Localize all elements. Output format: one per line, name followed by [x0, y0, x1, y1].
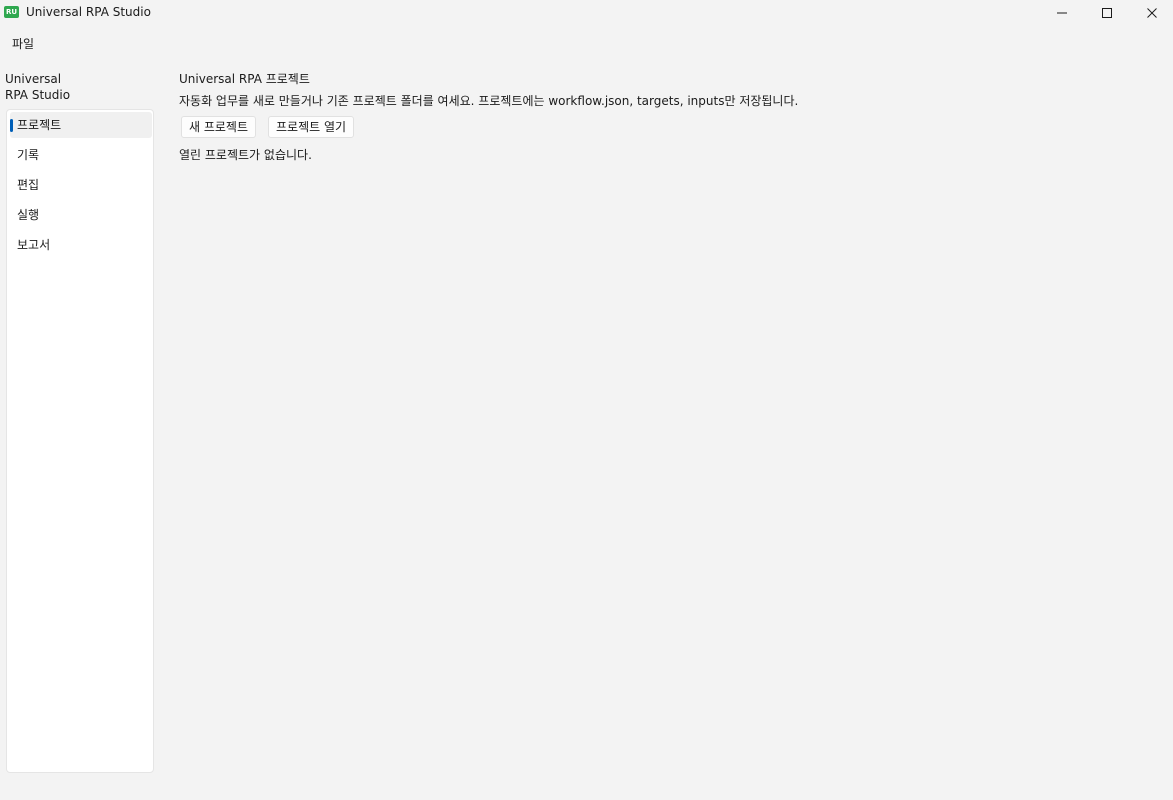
- sidebar-item-record[interactable]: 기록: [10, 142, 152, 168]
- sidebar-nav: 프로젝트 기록 편집 실행 보고서: [6, 109, 154, 773]
- brand-line-2: RPA Studio: [5, 88, 71, 102]
- menu-bar: 파일: [0, 31, 1173, 55]
- sidebar-item-label: 프로젝트: [17, 118, 62, 132]
- title-bar: RU Universal RPA Studio: [0, 0, 1173, 26]
- sidebar-item-edit[interactable]: 편집: [10, 172, 152, 198]
- sidebar-item-run[interactable]: 실행: [10, 202, 152, 228]
- sidebar-item-label: 편집: [17, 178, 40, 192]
- open-project-button[interactable]: 프로젝트 열기: [268, 116, 355, 138]
- sidebar-item-report[interactable]: 보고서: [10, 232, 152, 258]
- brand-label: Universal RPA Studio: [5, 71, 105, 103]
- sidebar-item-label: 보고서: [17, 238, 51, 252]
- minimize-button[interactable]: [1039, 0, 1085, 26]
- close-icon: [1147, 8, 1157, 18]
- new-project-button[interactable]: 새 프로젝트: [181, 116, 257, 138]
- active-indicator: [10, 119, 13, 132]
- sidebar-item-label: 실행: [17, 208, 40, 222]
- sidebar-item-label: 기록: [17, 148, 40, 162]
- brand-line-1: Universal: [5, 72, 62, 86]
- maximize-button[interactable]: [1084, 0, 1130, 26]
- close-button[interactable]: [1129, 0, 1173, 26]
- app-logo-icon: RU: [4, 6, 19, 18]
- minimize-icon: [1057, 12, 1067, 14]
- maximize-icon: [1102, 8, 1112, 18]
- sidebar-item-project[interactable]: 프로젝트: [10, 112, 152, 138]
- window-title: Universal RPA Studio: [26, 5, 151, 19]
- status-text: 열린 프로젝트가 없습니다.: [179, 148, 312, 162]
- page-title: Universal RPA 프로젝트: [179, 72, 310, 86]
- menu-file[interactable]: 파일: [6, 33, 40, 54]
- page-description: 자동화 업무를 새로 만들거나 기존 프로젝트 폴더를 여세요. 프로젝트에는 …: [179, 94, 799, 108]
